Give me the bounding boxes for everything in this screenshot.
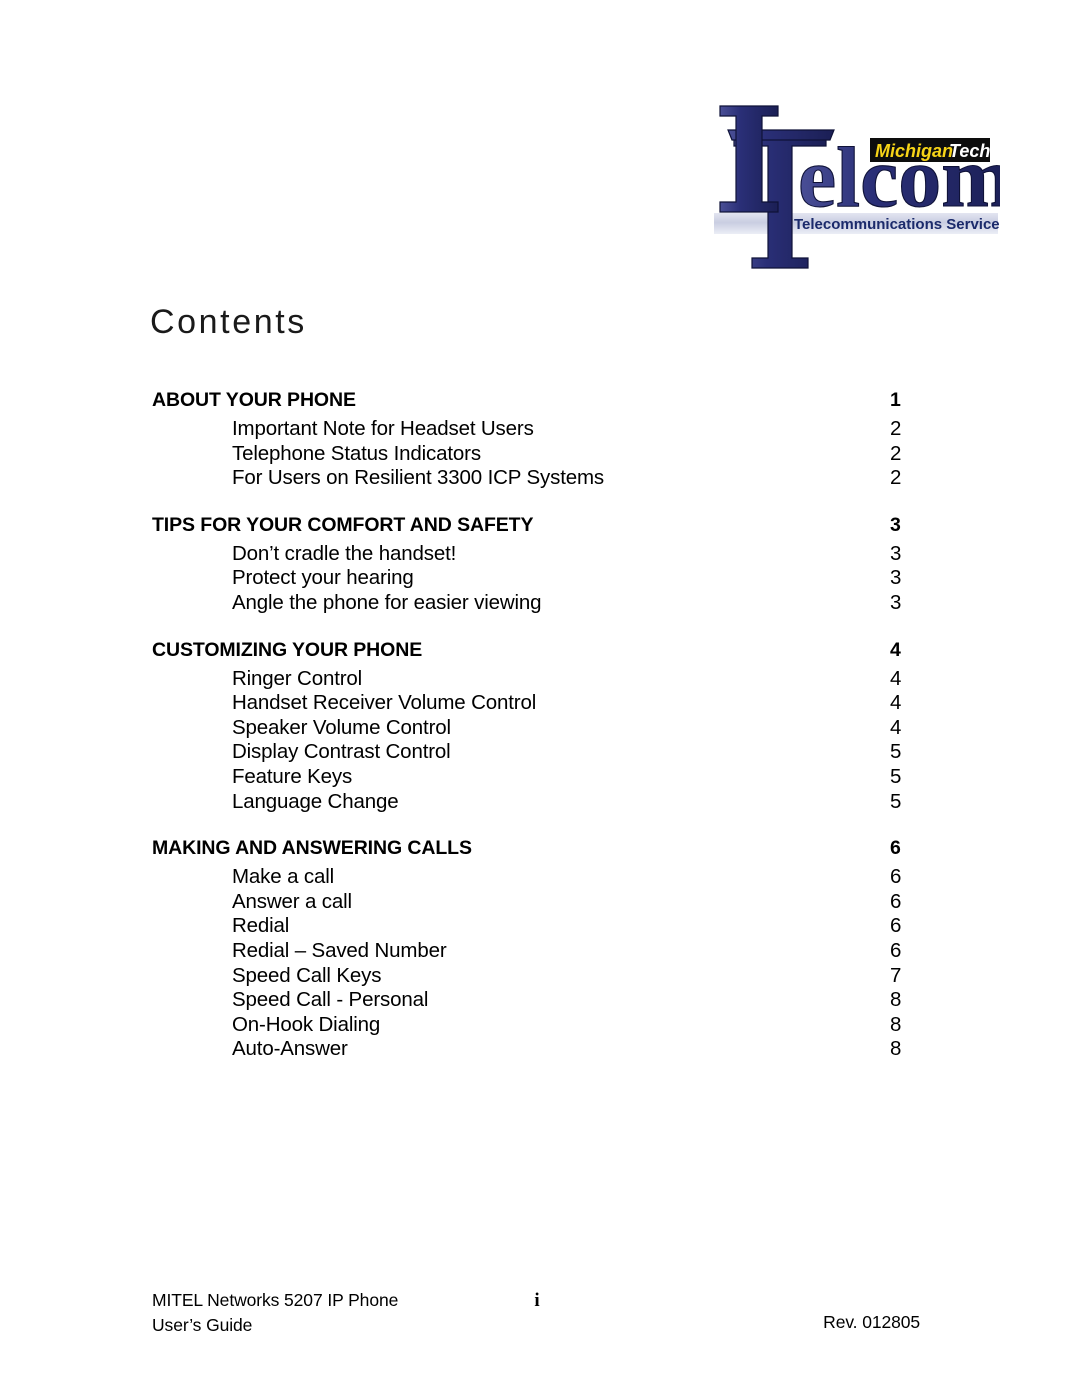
toc-entry-page: 3 — [890, 566, 902, 590]
toc-section-heading-page: 6 — [890, 837, 901, 860]
toc-section-heading-row[interactable]: TIPS FOR YOUR COMFORT AND SAFETY 3 — [152, 511, 920, 540]
toc-entry-page: 4 — [890, 666, 902, 690]
toc-entry-page: 8 — [890, 988, 902, 1012]
logo-graphic: Telecommunications Services elcom Michig… — [714, 105, 1000, 269]
toc-entry-label: Protect your hearing — [232, 566, 414, 590]
toc-section: TIPS FOR YOUR COMFORT AND SAFETY 3 Don’t… — [152, 511, 920, 616]
toc-entry-page: 8 — [890, 1012, 902, 1036]
toc-section-heading-page: 3 — [890, 513, 901, 536]
toc-entry[interactable]: Don’t cradle the handset! 3 — [152, 542, 920, 567]
toc-entry[interactable]: Feature Keys 5 — [152, 765, 920, 790]
toc-entry[interactable]: Handset Receiver Volume Control 4 — [152, 691, 920, 716]
toc-entry-label: Don’t cradle the handset! — [232, 541, 457, 565]
toc-section-heading-row[interactable]: CUSTOMIZING YOUR PHONE 4 — [152, 636, 920, 665]
toc-entry[interactable]: Redial – Saved Number 6 — [152, 939, 920, 964]
toc-entry[interactable]: Speaker Volume Control 4 — [152, 716, 920, 741]
toc-entry-page: 4 — [890, 715, 902, 739]
toc-entry[interactable]: On-Hook Dialing 8 — [152, 1013, 920, 1038]
toc-section-heading-label: CUSTOMIZING YOUR PHONE — [152, 638, 423, 661]
toc-entry-page: 2 — [890, 417, 902, 440]
toc-section-heading-page: 4 — [890, 638, 901, 661]
toc-entry-page: 2 — [890, 441, 902, 465]
toc-entry-page: 3 — [890, 590, 902, 614]
toc-entry-label: Feature Keys — [232, 764, 353, 788]
toc-entry-label: Telephone Status Indicators — [232, 441, 481, 465]
toc-entry[interactable]: Protect your hearing 3 — [152, 566, 920, 591]
toc-entry-label: Handset Receiver Volume Control — [232, 691, 537, 715]
toc-section-heading-row[interactable]: ABOUT YOUR PHONE 1 — [152, 386, 920, 415]
page-title: Contents — [150, 303, 307, 341]
badge-tech-text: Tech — [949, 141, 990, 161]
toc-entry[interactable]: Telephone Status Indicators 2 — [152, 442, 920, 467]
toc-entry[interactable]: Make a call 6 — [152, 865, 920, 890]
toc-entry[interactable]: Angle the phone for easier viewing 3 — [152, 591, 920, 616]
toc-section: MAKING AND ANSWERING CALLS 6 Make a call… — [152, 834, 920, 1062]
toc-section-heading-label: MAKING AND ANSWERING CALLS — [152, 837, 472, 860]
toc-entry-label: Display Contrast Control — [232, 740, 451, 764]
toc-entry-label: Language Change — [232, 789, 399, 813]
toc-section: CUSTOMIZING YOUR PHONE 4 Ringer Control … — [152, 636, 920, 815]
toc-entry-page: 7 — [890, 963, 902, 987]
toc-entry[interactable]: Ringer Control 4 — [152, 667, 920, 692]
toc-entry-page: 5 — [890, 740, 902, 764]
toc-entry-label: Auto-Answer — [232, 1037, 348, 1061]
toc-entry-page: 6 — [890, 938, 902, 962]
toc-entry[interactable]: Display Contrast Control 5 — [152, 740, 920, 765]
toc-entry-page: 5 — [890, 789, 902, 813]
toc-entry[interactable]: Speed Call - Personal 8 — [152, 988, 920, 1013]
footer-revision: Rev. 012805 — [823, 1312, 920, 1332]
toc-entry-label: Speed Call - Personal — [232, 988, 429, 1012]
toc-section-heading-page: 1 — [890, 389, 901, 411]
toc-entry-page: 6 — [890, 914, 902, 938]
toc-entry-page: 4 — [890, 691, 902, 715]
toc-entry-label: Answer a call — [232, 889, 352, 913]
badge-michigan-text: Michigan — [875, 141, 953, 161]
toc-entry[interactable]: Redial 6 — [152, 914, 920, 939]
toc-entry-page: 8 — [890, 1037, 902, 1061]
toc-entry-label: Important Note for Headset Users — [232, 417, 534, 440]
toc-entry-label: Speaker Volume Control — [232, 715, 451, 739]
toc-entry[interactable]: Answer a call 6 — [152, 890, 920, 915]
toc-section-heading-label: ABOUT YOUR PHONE — [152, 389, 356, 411]
toc-entry[interactable]: Language Change 5 — [152, 790, 920, 815]
table-of-contents: ABOUT YOUR PHONE 1 Important Note for He… — [152, 386, 920, 1062]
toc-entry-page: 6 — [890, 865, 902, 889]
toc-entry-label: Angle the phone for easier viewing — [232, 590, 542, 614]
toc-entry-label: Speed Call Keys — [232, 963, 382, 987]
toc-entry-label: Redial – Saved Number — [232, 938, 447, 962]
toc-entry[interactable]: Auto-Answer 8 — [152, 1037, 920, 1062]
toc-entry[interactable]: For Users on Resilient 3300 ICP Systems … — [152, 466, 920, 491]
toc-entry-label: For Users on Resilient 3300 ICP Systems — [232, 466, 605, 490]
toc-entry-label: Redial — [232, 914, 290, 938]
toc-section-heading-row[interactable]: MAKING AND ANSWERING CALLS 6 — [152, 834, 920, 863]
toc-entry[interactable]: Speed Call Keys 7 — [152, 964, 920, 989]
toc-section-heading-label: TIPS FOR YOUR COMFORT AND SAFETY — [152, 513, 534, 536]
toc-entry[interactable]: Important Note for Headset Users 2 — [152, 417, 920, 442]
toc-entry-label: Make a call — [232, 865, 335, 889]
michigan-tech-badge: Michigan Tech — [870, 138, 990, 162]
toc-entry-label: On-Hook Dialing — [232, 1012, 381, 1036]
toc-entry-page: 6 — [890, 889, 902, 913]
page-footer: MITEL Networks 5207 IP Phone User’s Guid… — [0, 1288, 1080, 1358]
toc-section: ABOUT YOUR PHONE 1 Important Note for He… — [152, 386, 920, 491]
toc-entry-page: 2 — [890, 466, 902, 490]
michigan-tech-telcom-logo: Telecommunications Services elcom Michig… — [712, 100, 1000, 272]
toc-entry-page: 3 — [890, 541, 902, 565]
toc-entry-label: Ringer Control — [232, 666, 363, 690]
toc-entry-page: 5 — [890, 764, 902, 788]
